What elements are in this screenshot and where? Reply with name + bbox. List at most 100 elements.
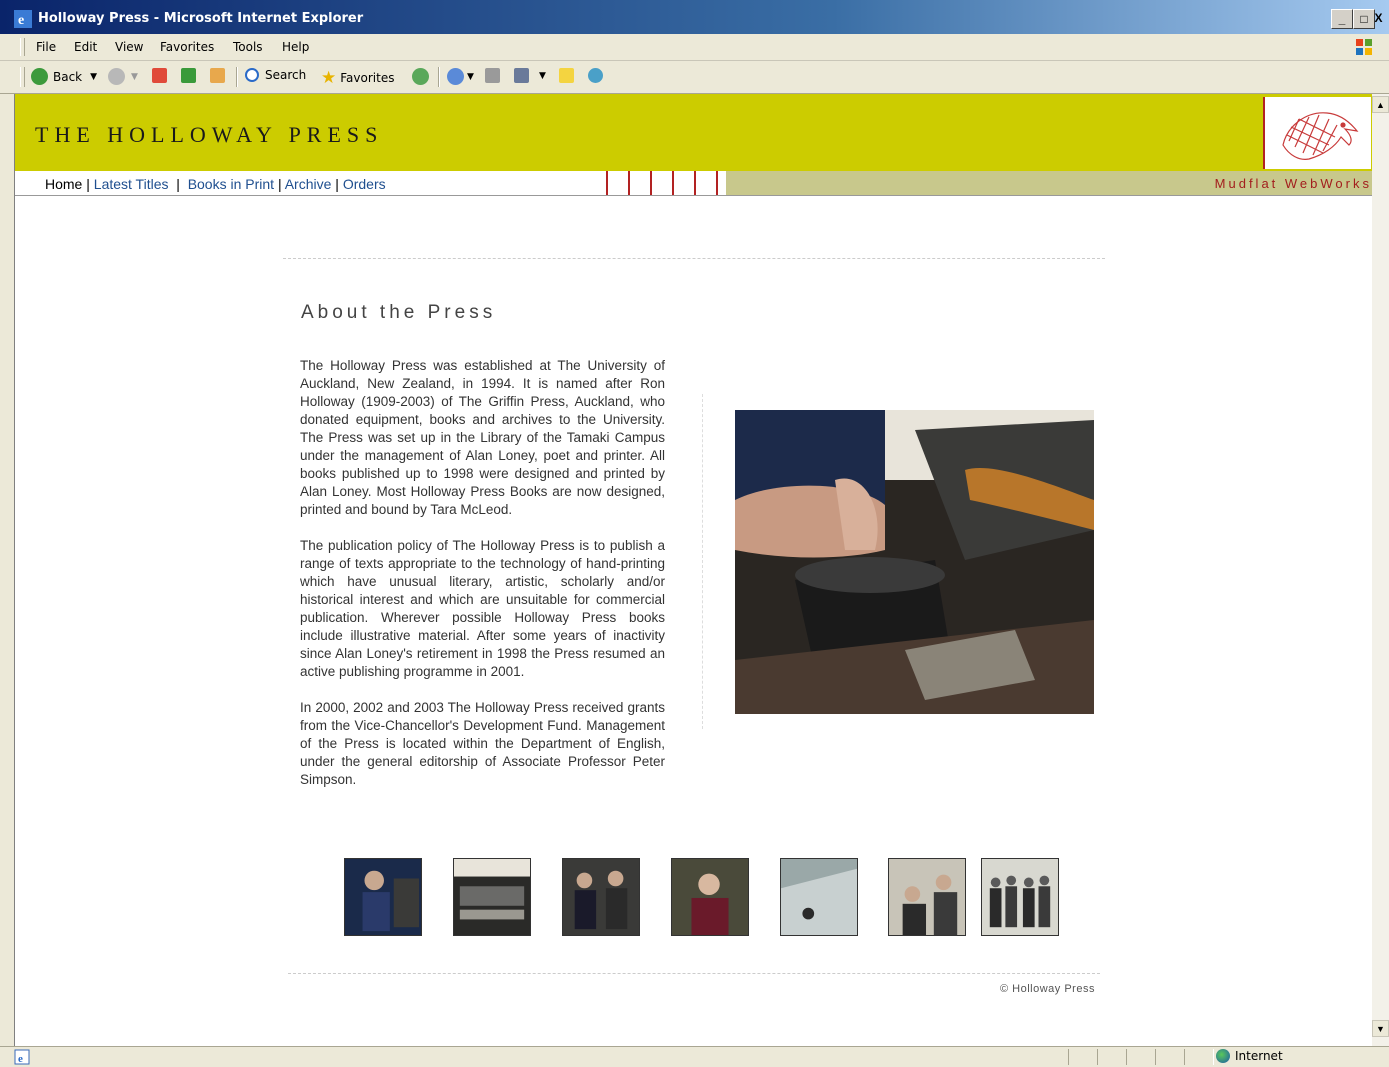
stop-icon <box>152 68 167 83</box>
zone-label: Internet <box>1235 1049 1283 1063</box>
star-icon: ★ <box>321 68 337 88</box>
back-button[interactable]: Back ▼ <box>31 68 97 85</box>
toolbar-grip <box>20 67 25 87</box>
printing-press-photo <box>735 410 1094 714</box>
mudflat-webworks-link[interactable]: Mudflat WebWorks <box>1215 176 1372 191</box>
status-pane <box>1184 1049 1214 1065</box>
svg-text:e: e <box>18 13 24 28</box>
status-pane <box>1097 1049 1127 1065</box>
paragraph: In 2000, 2002 and 2003 The Holloway Pres… <box>300 700 665 787</box>
divider <box>288 973 1100 974</box>
thumbnail-portrait[interactable] <box>671 858 749 936</box>
messenger-button[interactable] <box>588 68 603 83</box>
paragraph: The Holloway Press was established at Th… <box>300 358 665 517</box>
web-page: THE HOLLOWAY PRESS Home | Latest Titles … <box>15 94 1372 1046</box>
windows-logo-icon <box>1356 39 1372 55</box>
svg-text:e: e <box>18 1053 23 1065</box>
page-heading: About the Press <box>301 302 497 323</box>
nav-separator: | <box>168 176 188 192</box>
ie-icon: e <box>14 10 32 28</box>
dropdown-arrow-icon[interactable]: ▼ <box>131 72 138 82</box>
decorative-red-bars <box>606 171 718 195</box>
column-divider <box>702 394 703 729</box>
thumbnail-printer-at-press[interactable] <box>344 858 422 936</box>
standard-toolbar: Back ▼ ▼ Search ★ Favorites ▼ ▼ <box>0 61 1389 94</box>
window-title: Holloway Press - Microsoft Internet Expl… <box>38 11 364 26</box>
scroll-up-button[interactable]: ▲ <box>1372 96 1389 113</box>
favorites-button[interactable]: ★ Favorites <box>321 68 394 88</box>
toolbar-grip <box>20 38 25 56</box>
favorites-label: Favorites <box>340 71 395 85</box>
print-icon <box>485 68 500 83</box>
menu-tools[interactable]: Tools <box>233 40 263 54</box>
note-icon <box>559 68 574 83</box>
refresh-icon <box>181 68 196 83</box>
copyright: © Holloway Press <box>1000 983 1095 995</box>
site-nav: Home | Latest Titles | Books in Print | … <box>15 171 1372 196</box>
nav-archive[interactable]: Archive <box>285 176 332 192</box>
refresh-button[interactable] <box>181 68 196 83</box>
status-pane <box>1126 1049 1156 1065</box>
site-title: THE HOLLOWAY PRESS <box>35 122 384 147</box>
close-button[interactable]: X <box>1370 9 1387 27</box>
nav-links: Home | Latest Titles | Books in Print | … <box>45 176 386 192</box>
history-button[interactable] <box>412 68 429 85</box>
menu-view[interactable]: View <box>115 40 143 54</box>
page-icon: e <box>14 1049 30 1065</box>
toolbar-separator <box>236 67 238 87</box>
home-icon <box>210 68 225 83</box>
logo-box <box>1263 97 1371 169</box>
print-button[interactable] <box>485 68 500 83</box>
menu-file[interactable]: File <box>36 40 56 54</box>
menu-bar: File Edit View Favorites Tools Help <box>0 34 1389 61</box>
thumbnail-printers-working[interactable] <box>888 858 966 936</box>
nav-home[interactable]: Home <box>45 176 82 192</box>
about-text: The Holloway Press was established at Th… <box>300 357 665 807</box>
discuss-button[interactable] <box>559 68 574 83</box>
status-bar: e Internet <box>0 1046 1389 1067</box>
divider <box>283 258 1105 259</box>
window-left-border <box>0 94 15 1046</box>
paragraph: The publication policy of The Holloway P… <box>300 538 665 679</box>
nav-latest-titles[interactable]: Latest Titles <box>94 176 169 192</box>
home-button[interactable] <box>210 68 225 83</box>
status-pane <box>1068 1049 1098 1065</box>
search-label: Search <box>265 68 307 82</box>
status-pane <box>1155 1049 1185 1065</box>
security-zone: Internet <box>1216 1049 1283 1063</box>
mail-button[interactable]: ▼ <box>447 68 474 85</box>
menu-edit[interactable]: Edit <box>74 40 97 54</box>
nav-separator: | <box>82 176 94 192</box>
nav-separator: | <box>331 176 343 192</box>
messenger-icon <box>588 68 603 83</box>
history-icon <box>412 68 429 85</box>
menu-help[interactable]: Help <box>282 40 309 54</box>
eagle-logo-icon <box>1282 112 1359 160</box>
dropdown-arrow-icon[interactable]: ▼ <box>467 72 474 82</box>
back-arrow-icon <box>31 68 48 85</box>
minimize-button[interactable]: _ <box>1331 9 1353 29</box>
webworks-band: Mudflat WebWorks <box>726 171 1372 195</box>
scroll-down-button[interactable]: ▼ <box>1372 1020 1389 1037</box>
mail-icon <box>447 68 464 85</box>
search-icon <box>245 68 259 82</box>
thumbnail-group-photo[interactable] <box>981 858 1059 936</box>
window-titlebar: e Holloway Press - Microsoft Internet Ex… <box>0 0 1389 34</box>
nav-orders[interactable]: Orders <box>343 176 386 192</box>
toolbar-separator <box>438 67 440 87</box>
thumbnail-press-roller[interactable] <box>453 858 531 936</box>
thumbnail-two-printers[interactable] <box>562 858 640 936</box>
forward-arrow-icon <box>108 68 125 85</box>
vertical-scrollbar[interactable]: ▲ ▼ <box>1372 94 1389 1046</box>
dropdown-arrow-icon[interactable]: ▼ <box>90 72 97 82</box>
stop-button[interactable] <box>152 68 167 83</box>
forward-button[interactable]: ▼ <box>108 68 138 85</box>
menu-favorites[interactable]: Favorites <box>160 40 214 54</box>
nav-books-in-print[interactable]: Books in Print <box>188 176 274 192</box>
site-header: THE HOLLOWAY PRESS <box>15 94 1372 171</box>
nav-separator: | <box>274 176 285 192</box>
thumbnail-printed-sheet[interactable] <box>780 858 858 936</box>
edit-button[interactable]: ▼ <box>514 68 546 83</box>
search-button[interactable]: Search <box>245 68 306 82</box>
dropdown-arrow-icon[interactable]: ▼ <box>539 71 546 81</box>
